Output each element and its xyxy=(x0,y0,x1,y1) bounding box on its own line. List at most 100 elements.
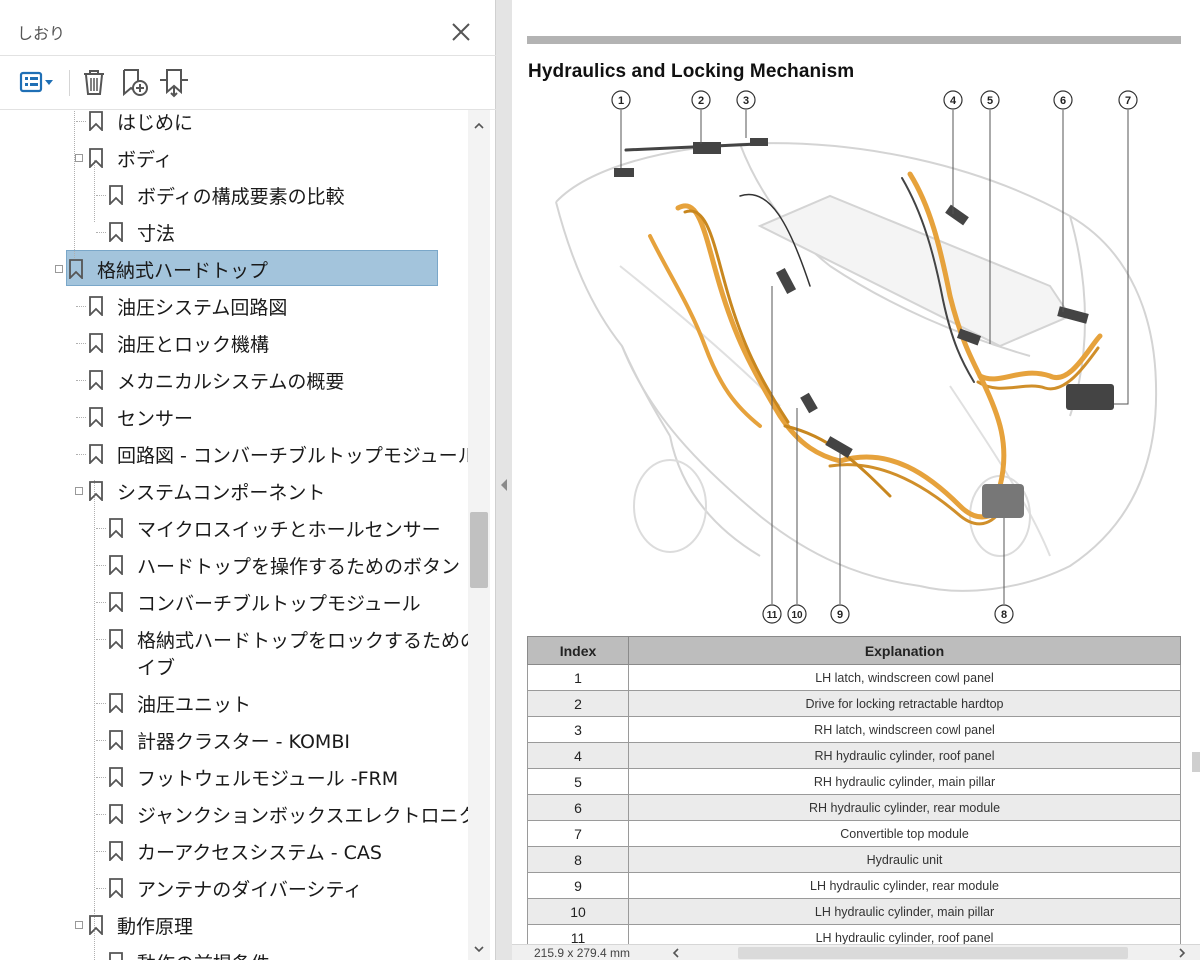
tree-connector xyxy=(96,528,106,529)
table-row: 8 Hydraulic unit xyxy=(527,846,1181,873)
bookmark-item[interactable]: ジャンクションボックスエレクトロニクス - JBE xyxy=(108,797,468,831)
table-row: 9 LH hydraulic cylinder, rear module xyxy=(527,872,1181,899)
callout-number: 6 xyxy=(1060,95,1066,107)
callout-10: 10 xyxy=(787,604,807,624)
callout-number: 5 xyxy=(987,95,993,107)
page-heading: Hydraulics and Locking Mechanism xyxy=(528,61,855,82)
bookmark-icon xyxy=(89,915,103,935)
chevron-left-icon[interactable] xyxy=(500,479,508,491)
bookmark-item[interactable]: ハードトップを操作するためのボタン xyxy=(108,548,460,582)
bookmark-icon xyxy=(89,296,103,316)
bookmark-item[interactable]: フットウェルモジュール -FRM xyxy=(108,760,398,794)
lh-latch xyxy=(614,168,634,177)
tree-connector xyxy=(96,565,106,566)
bookmark-item[interactable]: 格納式ハードトップ xyxy=(66,250,438,286)
tree-connector xyxy=(96,232,106,233)
bookmark-item[interactable]: マイクロスイッチとホールセンサー xyxy=(108,511,441,545)
bookmark-item[interactable]: メカニカルシステムの概要 xyxy=(88,363,344,397)
chevron-left-icon[interactable] xyxy=(670,947,682,959)
lh-cylinder-rear xyxy=(825,436,853,458)
tree-connector xyxy=(76,121,86,122)
rh-latch xyxy=(750,138,768,146)
bookmark-item[interactable]: ボディ xyxy=(88,141,173,175)
bookmark-item[interactable]: 回路図 - コンバーチブルトップモジュール xyxy=(88,437,468,471)
bookmark-item[interactable]: 油圧とロック機構 xyxy=(88,326,269,360)
document-page[interactable]: Hydraulics and Locking Mechanism 1 2 3 4… xyxy=(512,0,1200,944)
bookmark-item[interactable]: 寸法 xyxy=(108,215,175,249)
tree-connector xyxy=(96,814,106,815)
delete-bookmark-button[interactable] xyxy=(77,66,111,98)
tree-guide xyxy=(94,480,95,940)
table-row: 7 Convertible top module xyxy=(527,820,1181,847)
bookmark-item[interactable]: カーアクセスシステム - CAS xyxy=(108,834,382,868)
callout-number: 4 xyxy=(950,95,957,107)
leader-lines xyxy=(620,110,1129,604)
bookmark-icon xyxy=(109,518,123,538)
expand-bookmark-button[interactable] xyxy=(157,66,191,98)
bookmark-item[interactable]: 油圧ユニット xyxy=(108,686,251,720)
bookmark-options-button[interactable] xyxy=(16,66,60,98)
page-size-label: 215.9 x 279.4 mm xyxy=(534,946,631,960)
tree-connector xyxy=(76,306,86,307)
index-cell: 4 xyxy=(527,742,629,769)
status-bar: 215.9 x 279.4 mm xyxy=(512,944,1200,960)
table-row: 2 Drive for locking retractable hardtop xyxy=(527,690,1181,717)
expand-bookmark-icon xyxy=(160,69,188,98)
bookmark-item[interactable]: 動作原理 xyxy=(88,908,193,942)
bookmark-item[interactable]: 計器クラスター - KOMBI xyxy=(108,723,350,757)
bookmark-label: 油圧とロック機構 xyxy=(117,333,270,356)
bookmark-icon xyxy=(109,629,123,649)
close-button[interactable] xyxy=(447,18,475,46)
bookmark-label: 格納式ハードトップをロックするためのドラ xyxy=(137,629,468,652)
bookmark-item[interactable]: センサー xyxy=(88,400,193,434)
table-row: 1 LH latch, windscreen cowl panel xyxy=(527,664,1181,691)
panel-splitter[interactable] xyxy=(496,0,512,960)
horizontal-scroll-thumb[interactable] xyxy=(738,947,1128,959)
bookmark-item[interactable]: 格納式ハードトップをロックするためのドラ xyxy=(108,622,468,656)
bookmark-icon xyxy=(109,878,123,898)
bookmark-item[interactable]: はじめに xyxy=(88,110,193,138)
expand-toggle[interactable] xyxy=(75,921,83,929)
bookmark-label: ハードトップを操作するためのボタン xyxy=(137,555,461,578)
index-cell: 10 xyxy=(527,898,629,925)
bookmark-label: 油圧ユニット xyxy=(137,693,252,716)
table-row: 4 RH hydraulic cylinder, roof panel xyxy=(527,742,1181,769)
bookmark-label: 寸法 xyxy=(137,222,176,245)
tree-connector xyxy=(96,703,106,704)
bookmark-label: アンテナのダイバーシティ xyxy=(137,878,363,901)
chevron-up-icon[interactable] xyxy=(473,120,485,132)
index-cell: 6 xyxy=(527,794,629,821)
bookmark-label: 油圧システム回路図 xyxy=(117,296,288,319)
expand-toggle[interactable] xyxy=(75,154,83,162)
callout-number: 7 xyxy=(1125,95,1131,107)
bookmark-icon xyxy=(109,841,123,861)
bookmarks-scrollbar[interactable] xyxy=(468,110,490,960)
callout-number: 11 xyxy=(767,610,778,621)
new-bookmark-button[interactable] xyxy=(117,66,151,98)
bookmark-item[interactable]: システムコンポーネント xyxy=(88,474,325,508)
explanation-cell: LH hydraulic cylinder, roof panel xyxy=(628,924,1181,944)
explanation-cell: Hydraulic unit xyxy=(628,846,1181,873)
expand-toggle[interactable] xyxy=(55,265,63,273)
explanation-cell: Convertible top module xyxy=(628,820,1181,847)
bookmark-item[interactable]: ボディの構成要素の比較 xyxy=(108,178,345,212)
callout-number: 3 xyxy=(743,95,749,107)
tree-connector xyxy=(76,343,86,344)
index-cell: 9 xyxy=(527,872,629,899)
index-cell: 3 xyxy=(527,716,629,743)
callout-number: 1 xyxy=(618,95,624,107)
scrollbar-thumb[interactable] xyxy=(470,512,488,588)
vertical-scroll-nub[interactable] xyxy=(1192,752,1200,772)
expand-toggle[interactable] xyxy=(75,487,83,495)
bookmark-item[interactable]: アンテナのダイバーシティ xyxy=(108,871,362,905)
rh-cylinder-roof xyxy=(945,204,969,226)
explanation-cell: Drive for locking retractable hardtop xyxy=(628,690,1181,717)
bookmark-item[interactable]: 油圧システム回路図 xyxy=(88,289,287,323)
bookmark-label: 回路図 - コンバーチブルトップモジュール xyxy=(117,444,468,467)
bookmark-item[interactable]: コンバーチブルトップモジュール xyxy=(108,585,421,619)
tree-connector xyxy=(76,454,86,455)
chevron-down-icon[interactable] xyxy=(473,943,485,955)
bookmark-item[interactable]: 動作の前提条件 xyxy=(108,945,270,960)
callout-number: 10 xyxy=(791,610,803,621)
chevron-right-icon[interactable] xyxy=(1176,947,1188,959)
